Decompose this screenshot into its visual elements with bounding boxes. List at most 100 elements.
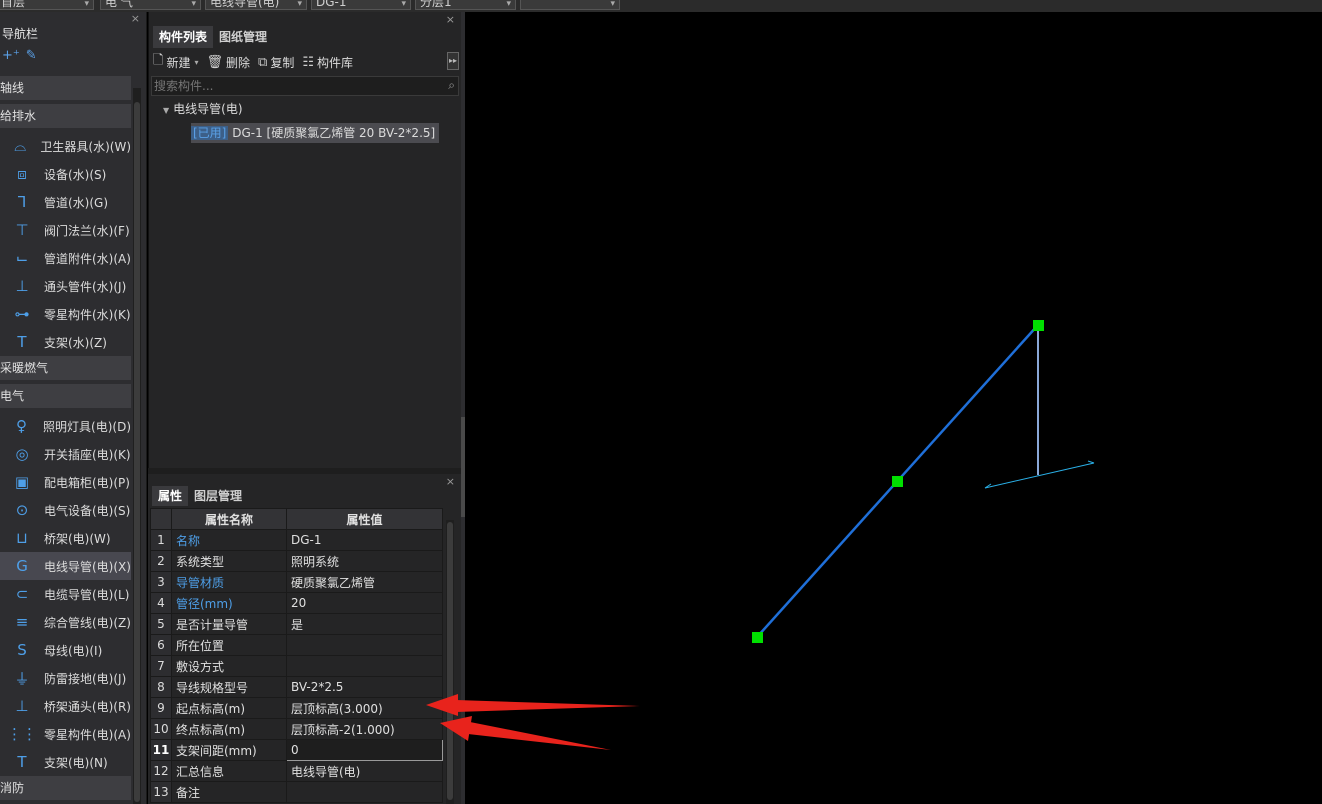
property-row[interactable]: 6 所在位置 xyxy=(150,634,443,656)
nav-item[interactable]: ⊤ 阀门法兰(水)(F) xyxy=(0,216,131,244)
property-row[interactable]: 3 导管材质 硬质聚氯乙烯管 xyxy=(150,571,443,593)
property-value[interactable]: 电线导管(电) xyxy=(286,760,443,782)
expand-toolbar-icon[interactable]: ▸▸ xyxy=(447,52,459,70)
chevron-down-icon[interactable]: ▾ xyxy=(297,0,302,9)
property-row[interactable]: 5 是否计量导管是 xyxy=(150,613,443,635)
nav-item-label: 防雷接地(电)(J) xyxy=(44,671,127,686)
property-value[interactable] xyxy=(286,655,443,677)
close-icon[interactable]: × xyxy=(446,475,455,488)
top-selector-5[interactable]: 分层1 ▾ xyxy=(415,0,516,10)
top-selector-3[interactable]: 电线导管(电) ▾ xyxy=(205,0,307,10)
property-value[interactable]: DG-1 xyxy=(286,529,443,551)
cable-tray-icon: ⊔ xyxy=(16,529,28,547)
nav-item[interactable]: T 支架(电)(N) xyxy=(0,748,131,776)
property-row[interactable]: 11 支架间距(mm) 0 xyxy=(150,739,443,761)
nav-item[interactable]: ⊶ 零星构件(水)(K) xyxy=(0,300,131,328)
nav-item-label: 支架(电)(N) xyxy=(44,755,108,770)
property-row[interactable]: 7 敷设方式 xyxy=(150,655,443,677)
chevron-down-icon[interactable]: ▾ xyxy=(610,0,615,9)
copy-button[interactable]: ⧉ 复制 xyxy=(258,54,294,71)
property-row[interactable]: 12 汇总信息 电线导管(电) xyxy=(150,760,443,782)
property-row[interactable]: 8 导线规格型号 BV-2*2.5 xyxy=(150,676,443,698)
property-value[interactable] xyxy=(286,781,443,803)
property-row[interactable]: 1 名称 DG-1 xyxy=(150,529,443,551)
nav-item[interactable]: ⊥ 通头管件(水)(J) xyxy=(0,272,131,300)
collapse-arrow-icon[interactable]: ▼ xyxy=(163,106,169,115)
property-row[interactable]: 9 起点标高(m) 层顶标高(3.000) xyxy=(150,697,443,719)
property-value[interactable]: BV-2*2.5 xyxy=(286,676,443,698)
nav-item[interactable]: ⋮⋮ 零星构件(电)(A) xyxy=(0,720,131,748)
chevron-down-icon[interactable]: ▾ xyxy=(84,0,89,9)
search-input[interactable] xyxy=(151,76,459,96)
chevron-down-icon[interactable]: ▾ xyxy=(191,0,196,9)
nav-item[interactable]: ⊙ 电气设备(电)(S) xyxy=(0,496,131,524)
property-value[interactable]: 层顶标高-2(1.000) xyxy=(286,718,443,740)
new-button[interactable]: 🗋 新建 ▾ xyxy=(153,51,198,73)
top-selector-4[interactable]: DG-1 ▾ xyxy=(311,0,411,10)
distribution-box-icon: ▣ xyxy=(14,473,30,491)
tab-component-list[interactable]: 构件列表 xyxy=(153,26,214,48)
property-row[interactable]: 13 备注 xyxy=(150,781,443,803)
add-icon[interactable]: +⁺ xyxy=(2,48,20,68)
top-selector-1[interactable]: 首层 ▾ xyxy=(0,0,94,10)
edit-icon[interactable]: ✎ xyxy=(26,48,37,68)
nav-item[interactable]: ⧈ 设备(水)(S) xyxy=(0,160,131,188)
top-selector-6[interactable]: ▾ xyxy=(520,0,620,10)
nav-item[interactable]: ⏚ 防雷接地(电)(J) xyxy=(0,664,131,692)
nav-item[interactable]: ⊥ 桥架通头(电)(R) xyxy=(0,692,131,720)
properties-tabs: 属性 图层管理 xyxy=(152,486,248,506)
property-value[interactable]: 是 xyxy=(286,613,443,635)
chevron-down-icon[interactable]: ▾ xyxy=(401,0,406,9)
top-selector-value: 电线导管(电) xyxy=(210,0,280,9)
library-button[interactable]: ☷ 构件库 xyxy=(302,54,353,71)
nav-item-label: 零星构件(电)(A) xyxy=(44,727,131,742)
property-value[interactable]: 层顶标高(3.000) xyxy=(286,697,443,719)
close-icon[interactable]: × xyxy=(446,13,455,26)
tab-properties[interactable]: 属性 xyxy=(152,486,189,506)
electrical-device-icon: ⊙ xyxy=(15,501,29,519)
nav-item[interactable]: G 电线导管(电)(X) xyxy=(0,552,131,580)
nav-item-label: 桥架通头(电)(R) xyxy=(43,699,131,714)
property-value[interactable]: 照明系统 xyxy=(286,550,443,572)
property-value[interactable]: 硬质聚氯乙烯管 xyxy=(286,571,443,593)
nav-item[interactable]: T 支架(水)(Z) xyxy=(0,328,131,356)
tree-item-dg1[interactable]: [已用] DG-1 [硬质聚氯乙烯管 20 BV-2*2.5] xyxy=(191,123,440,143)
nav-item-label: 综合管线(电)(Z) xyxy=(44,615,131,630)
nav-item[interactable]: ⌙ 管道附件(水)(A) xyxy=(0,244,131,272)
lamp-icon: ♀ xyxy=(16,417,28,435)
nav-group[interactable]: 采暖燃气 xyxy=(0,356,131,380)
nav-item[interactable]: ▣ 配电箱柜(电)(P) xyxy=(0,468,131,496)
property-row[interactable]: 2 系统类型 照明系统 xyxy=(150,550,443,572)
property-row[interactable]: 10 终点标高(m) 层顶标高-2(1.000) xyxy=(150,718,443,740)
tab-drawing-management[interactable]: 图纸管理 xyxy=(213,26,273,48)
property-value[interactable]: 20 xyxy=(286,592,443,614)
nav-item[interactable]: ⅂ 管道(水)(G) xyxy=(0,188,131,216)
property-value[interactable]: 0 xyxy=(286,739,443,761)
nav-item[interactable]: ⊔ 桥架(电)(W) xyxy=(0,524,131,552)
property-name: 支架间距(mm) xyxy=(171,739,287,761)
property-row[interactable]: 4 管径(mm) 20 xyxy=(150,592,443,614)
top-selector-2[interactable]: 电 气 ▾ xyxy=(100,0,201,10)
nav-item[interactable]: ⊂ 电缆导管(电)(L) xyxy=(0,580,131,608)
nav-item[interactable]: S 母线(电)(I) xyxy=(0,636,131,664)
properties-scrollbar[interactable] xyxy=(446,520,454,804)
drawing-canvas[interactable] xyxy=(465,12,1322,804)
nav-item[interactable]: ⌓ 卫生器具(水)(W) xyxy=(0,132,131,160)
nav-item[interactable]: ♀ 照明灯具(电)(D) xyxy=(0,412,131,440)
search-icon[interactable]: ⌕ xyxy=(448,78,455,93)
nav-group[interactable]: 电气 xyxy=(0,384,131,408)
nav-group[interactable]: 给排水 xyxy=(0,104,131,128)
chevron-down-icon[interactable]: ▾ xyxy=(194,58,198,67)
property-value[interactable] xyxy=(286,634,443,656)
nav-scrollbar[interactable] xyxy=(133,88,141,804)
delete-button[interactable]: 🗑 删除 xyxy=(206,54,250,71)
nav-group[interactable]: 消防 xyxy=(0,776,131,800)
used-badge: [已用] xyxy=(191,126,229,140)
nav-group[interactable]: 轴线 xyxy=(0,76,131,100)
nav-item[interactable]: ◎ 开关插座(电)(K) xyxy=(0,440,131,468)
chevron-down-icon[interactable]: ▾ xyxy=(506,0,511,9)
tree-root-conduit[interactable]: ▼ 电线导管(电) xyxy=(163,100,243,120)
nav-item[interactable]: ≡ 综合管线(电)(Z) xyxy=(0,608,131,636)
property-name: 管径(mm) xyxy=(171,592,287,614)
tab-layer-management[interactable]: 图层管理 xyxy=(188,486,248,506)
